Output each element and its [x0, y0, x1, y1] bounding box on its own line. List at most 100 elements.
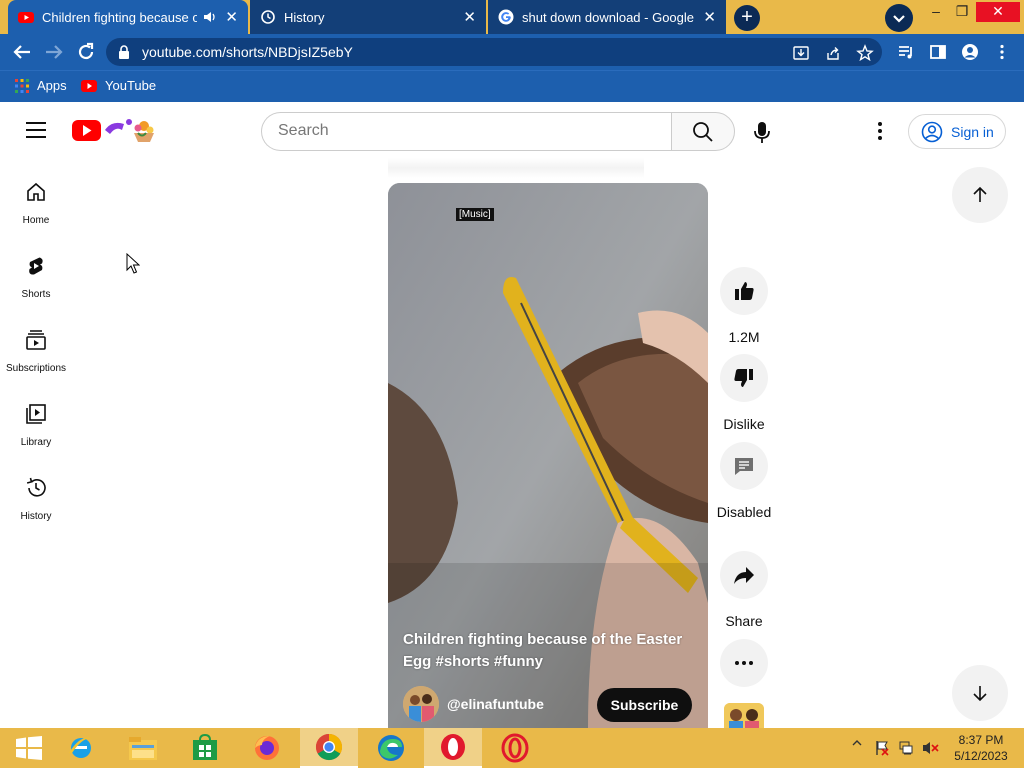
avatar-image: [403, 686, 439, 722]
volume-muted-icon[interactable]: [922, 740, 940, 756]
sidebar-item-label: Home: [22, 215, 50, 226]
search-box: [261, 112, 672, 151]
thumbs-down-icon: [734, 369, 753, 387]
restore-button[interactable]: ❐: [946, 2, 978, 22]
address-bar[interactable]: youtube.com/shorts/NBDjsIZ5ebY: [106, 38, 882, 66]
action-center-flag-icon[interactable]: [874, 740, 890, 756]
store-icon: [193, 734, 217, 760]
forward-arrow-icon[interactable]: [42, 40, 66, 64]
microphone-icon[interactable]: [748, 118, 776, 146]
new-tab-button[interactable]: +: [734, 5, 760, 31]
profile-icon[interactable]: [961, 43, 979, 61]
clock-date: 5/12/2023: [954, 749, 1008, 763]
sign-in-button[interactable]: Sign in: [908, 114, 1006, 149]
taskbar-firefox[interactable]: [238, 728, 296, 768]
taskbar-chrome[interactable]: [300, 728, 358, 768]
subscriptions-icon: [26, 330, 46, 350]
bookmark-label: YouTube: [105, 78, 157, 93]
sidebar-item-label: History: [20, 511, 52, 522]
comments-action: Disabled: [717, 442, 771, 522]
chevron-down-icon: [893, 15, 905, 23]
shorts-icon: [29, 257, 43, 275]
search-icon: [693, 122, 713, 142]
show-hidden-icons-icon[interactable]: [852, 738, 862, 748]
share-label: Share: [725, 613, 763, 629]
shorts-video-player[interactable]: [Music] Children fighting because of the…: [388, 183, 708, 728]
install-app-icon[interactable]: [792, 44, 810, 62]
reload-icon[interactable]: [74, 40, 98, 64]
previous-short-button[interactable]: [952, 167, 1008, 223]
subscribe-button[interactable]: Subscribe: [597, 688, 692, 722]
bookmark-star-icon[interactable]: [856, 44, 874, 62]
next-short-button[interactable]: [952, 665, 1008, 721]
taskbar-file-explorer[interactable]: [114, 728, 172, 768]
more-options-button[interactable]: [720, 639, 768, 687]
speaker-icon[interactable]: [203, 10, 217, 24]
channel-row: @elinafuntube: [403, 686, 544, 722]
like-count: 1.2M: [728, 329, 760, 345]
chrome-menu-icon[interactable]: [993, 43, 1011, 61]
sign-in-label: Sign in: [951, 123, 994, 140]
taskbar-internet-explorer[interactable]: [52, 728, 110, 768]
close-tab-icon[interactable]: ✕: [703, 8, 716, 26]
tab-title: shut down download - Google S: [522, 9, 696, 25]
sidebar-item-subscriptions[interactable]: Subscriptions: [0, 328, 72, 392]
sidebar-item-shorts[interactable]: Shorts: [0, 254, 72, 318]
taskbar-store[interactable]: [176, 728, 234, 768]
hamburger-menu-icon[interactable]: [26, 122, 46, 138]
sidebar-item-library[interactable]: Library: [0, 402, 72, 466]
close-window-button[interactable]: ✕: [976, 2, 1020, 22]
search-button[interactable]: [671, 112, 735, 151]
like-action: 1.2M: [720, 267, 768, 347]
history-favicon-icon: [261, 10, 275, 24]
dislike-action: Dislike: [720, 354, 768, 434]
mouse-cursor-icon: [126, 253, 140, 274]
settings-kebab-icon[interactable]: [870, 120, 890, 142]
tab-youtube-short[interactable]: Children fighting because of ✕: [8, 0, 248, 34]
start-button[interactable]: [0, 728, 58, 768]
dislike-button[interactable]: [720, 354, 768, 402]
back-arrow-icon[interactable]: [10, 40, 34, 64]
network-icon[interactable]: [898, 740, 914, 756]
tab-history[interactable]: History ✕: [250, 0, 486, 34]
close-tab-icon[interactable]: ✕: [463, 8, 476, 26]
channel-handle[interactable]: @elinafuntube: [447, 696, 544, 712]
media-controls-icon[interactable]: [897, 43, 915, 61]
channel-avatar[interactable]: [403, 686, 439, 722]
taskbar-clock[interactable]: 8:37 PM 5/12/2023: [948, 732, 1014, 764]
firefox-icon: [255, 736, 279, 760]
arrow-up-icon: [973, 186, 987, 202]
youtube-doodle-logo[interactable]: [72, 116, 158, 144]
tab-search-button[interactable]: [885, 4, 913, 32]
bookmark-apps[interactable]: Apps: [15, 78, 67, 93]
tab-google-search[interactable]: shut down download - Google S ✕: [488, 0, 726, 34]
bookmark-youtube[interactable]: YouTube: [81, 78, 156, 93]
share-action: Share: [720, 551, 768, 631]
file-explorer-icon: [129, 737, 157, 760]
sidebar-item-history[interactable]: History: [0, 476, 72, 540]
home-icon: [27, 182, 45, 201]
sidebar-item-home[interactable]: Home: [0, 180, 72, 244]
google-favicon-icon: [498, 9, 514, 25]
short-title[interactable]: Children fighting because of the Easter …: [403, 629, 693, 673]
sidebar-item-label: Library: [20, 437, 52, 448]
windows-taskbar: 8:37 PM 5/12/2023: [0, 728, 1024, 768]
share-arrow-icon: [734, 567, 754, 584]
taskbar-opera[interactable]: [424, 728, 482, 768]
library-icon: [26, 404, 46, 424]
side-panel-icon[interactable]: [929, 43, 947, 61]
previous-short-edge: [388, 158, 644, 178]
thumbs-up-icon: [735, 282, 754, 300]
comments-button[interactable]: [720, 442, 768, 490]
like-button[interactable]: [720, 267, 768, 315]
lock-icon[interactable]: [118, 45, 130, 59]
more-horizontal-icon: [735, 661, 753, 665]
search-input[interactable]: [278, 113, 658, 149]
taskbar-opera-gx[interactable]: [486, 728, 544, 768]
close-tab-icon[interactable]: ✕: [225, 8, 238, 26]
share-page-icon[interactable]: [824, 44, 842, 62]
share-button[interactable]: [720, 551, 768, 599]
sound-source-thumbnail[interactable]: [724, 703, 764, 728]
taskbar-edge[interactable]: [362, 728, 420, 768]
tab-title: History: [284, 9, 325, 25]
